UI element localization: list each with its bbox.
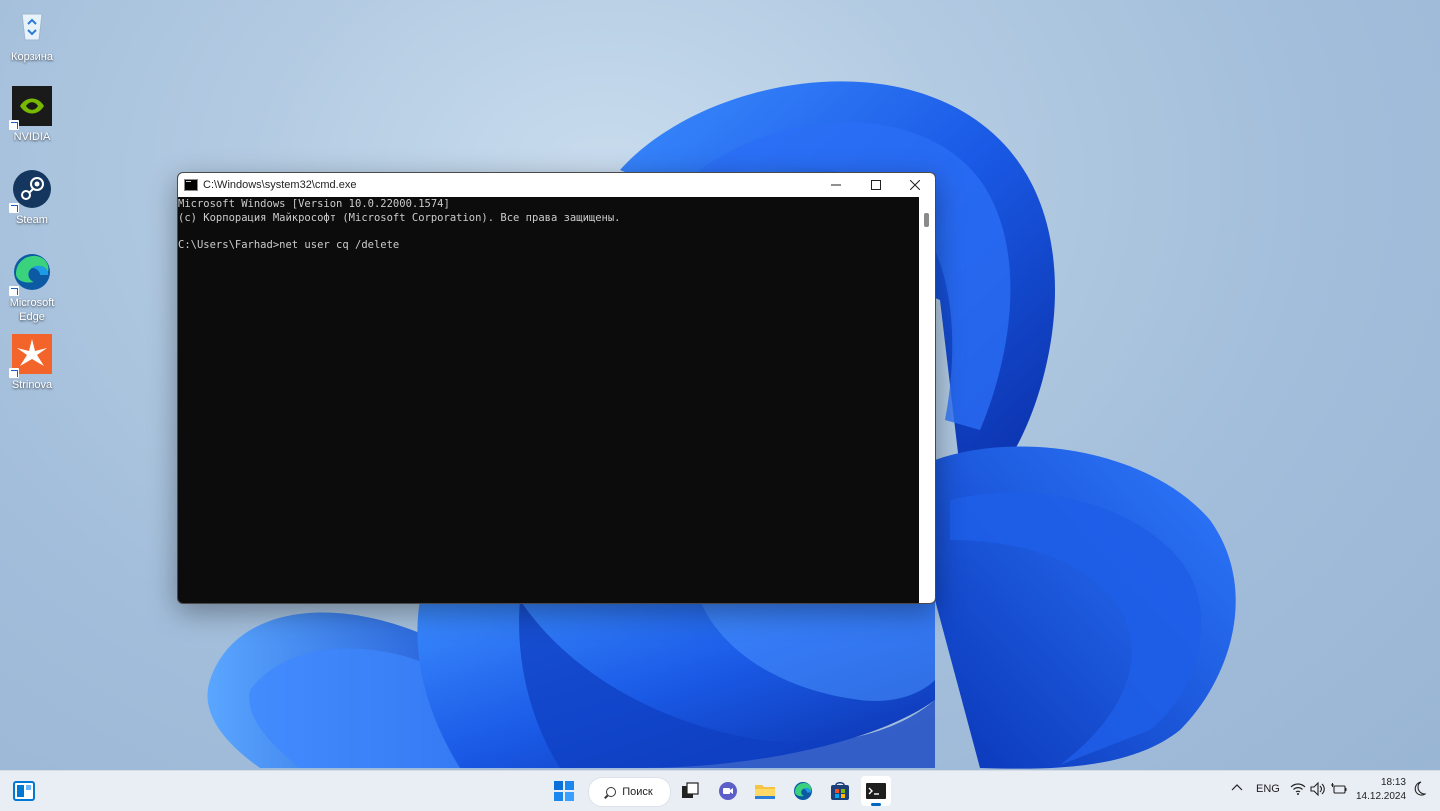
cmd-taskbar-button[interactable] xyxy=(861,776,891,806)
active-app-indicator xyxy=(871,803,881,806)
battery-button[interactable] xyxy=(1331,782,1347,799)
nvidia-icon xyxy=(9,86,52,130)
clock[interactable]: 18:13 14.12.2024 xyxy=(1356,776,1406,804)
chevron-up-icon xyxy=(1231,784,1243,791)
clock-time: 18:13 xyxy=(1380,777,1406,788)
wifi-icon xyxy=(1290,783,1306,795)
shortcut-arrow-icon xyxy=(9,286,19,296)
taskbar-search[interactable]: Поиск xyxy=(588,777,671,807)
taskbar: Поиск ENG 18:13 14.12.2024 xyxy=(0,770,1440,811)
search-label: Поиск xyxy=(622,786,653,798)
file-explorer-button[interactable] xyxy=(753,779,777,803)
desktop-icon-label: Strinova xyxy=(11,379,53,391)
task-view-icon xyxy=(682,782,699,798)
minimize-button[interactable] xyxy=(816,173,856,197)
show-hidden-icons-button[interactable] xyxy=(1231,782,1243,795)
desktop-icon-label: Steam xyxy=(16,214,48,226)
file-explorer-icon xyxy=(755,785,775,799)
edge-icon xyxy=(794,782,812,800)
cmd-app-icon xyxy=(184,179,198,191)
volume-button[interactable] xyxy=(1310,781,1326,799)
scrollbar-thumb[interactable] xyxy=(924,213,929,227)
battery-plug-icon xyxy=(1331,783,1347,794)
close-button[interactable] xyxy=(895,173,935,197)
shortcut-arrow-icon xyxy=(9,368,19,378)
store-button[interactable] xyxy=(828,779,852,803)
start-icon xyxy=(554,781,574,801)
desktop-icon-label: NVIDIA xyxy=(13,131,51,143)
shortcut-arrow-icon xyxy=(9,203,19,213)
terminal-line: C:\Users\Farhad>net user cq /delete xyxy=(178,238,400,251)
chat-icon xyxy=(719,782,737,800)
start-button[interactable] xyxy=(552,779,576,803)
window-titlebar[interactable]: C:\Windows\system32\cmd.exe xyxy=(178,173,935,197)
close-icon xyxy=(910,180,920,190)
desktop-icon-steam[interactable]: Steam xyxy=(4,169,60,227)
terminal-line: Microsoft Windows [Version 10.0.22000.15… xyxy=(178,198,450,210)
steam-icon xyxy=(9,169,52,213)
minimize-icon xyxy=(831,184,841,186)
vertical-scrollbar[interactable] xyxy=(919,197,935,603)
desktop-icon-strinova[interactable]: Strinova xyxy=(4,334,60,392)
edge-icon xyxy=(9,252,52,296)
desktop-icon-recycle-bin[interactable]: Корзина xyxy=(4,6,60,64)
desktop-icon-label: Microsoft Edge xyxy=(9,297,55,323)
speaker-icon xyxy=(1310,781,1325,797)
store-icon xyxy=(831,782,849,800)
network-button[interactable] xyxy=(1290,782,1306,799)
terminal-icon xyxy=(866,783,886,799)
language-indicator[interactable]: ENG xyxy=(1256,783,1280,795)
desktop-icon-nvidia[interactable]: NVIDIA xyxy=(4,86,60,144)
terminal-line: (c) Корпорация Майкрософт (Microsoft Cor… xyxy=(178,211,621,224)
maximize-button[interactable] xyxy=(856,173,896,197)
terminal-output[interactable]: Microsoft Windows [Version 10.0.22000.15… xyxy=(178,197,935,252)
widgets-button[interactable] xyxy=(12,779,36,803)
window-title: C:\Windows\system32\cmd.exe xyxy=(203,179,357,191)
cmd-window[interactable]: C:\Windows\system32\cmd.exe Microsoft Wi… xyxy=(177,172,936,604)
edge-taskbar-button[interactable] xyxy=(791,779,815,803)
moon-icon xyxy=(1414,781,1427,796)
search-icon xyxy=(606,787,617,797)
maximize-icon xyxy=(871,180,881,190)
notifications-button[interactable] xyxy=(1412,781,1427,800)
recycle-bin-icon xyxy=(12,6,52,46)
desktop-icon-label: Корзина xyxy=(11,51,53,63)
task-view-button[interactable] xyxy=(678,779,702,803)
widgets-icon xyxy=(13,781,35,801)
clock-date: 14.12.2024 xyxy=(1356,791,1407,802)
strinova-icon xyxy=(9,334,52,378)
shortcut-arrow-icon xyxy=(9,120,19,130)
desktop-icon-edge[interactable]: Microsoft Edge xyxy=(4,252,60,324)
chat-button[interactable] xyxy=(716,779,740,803)
